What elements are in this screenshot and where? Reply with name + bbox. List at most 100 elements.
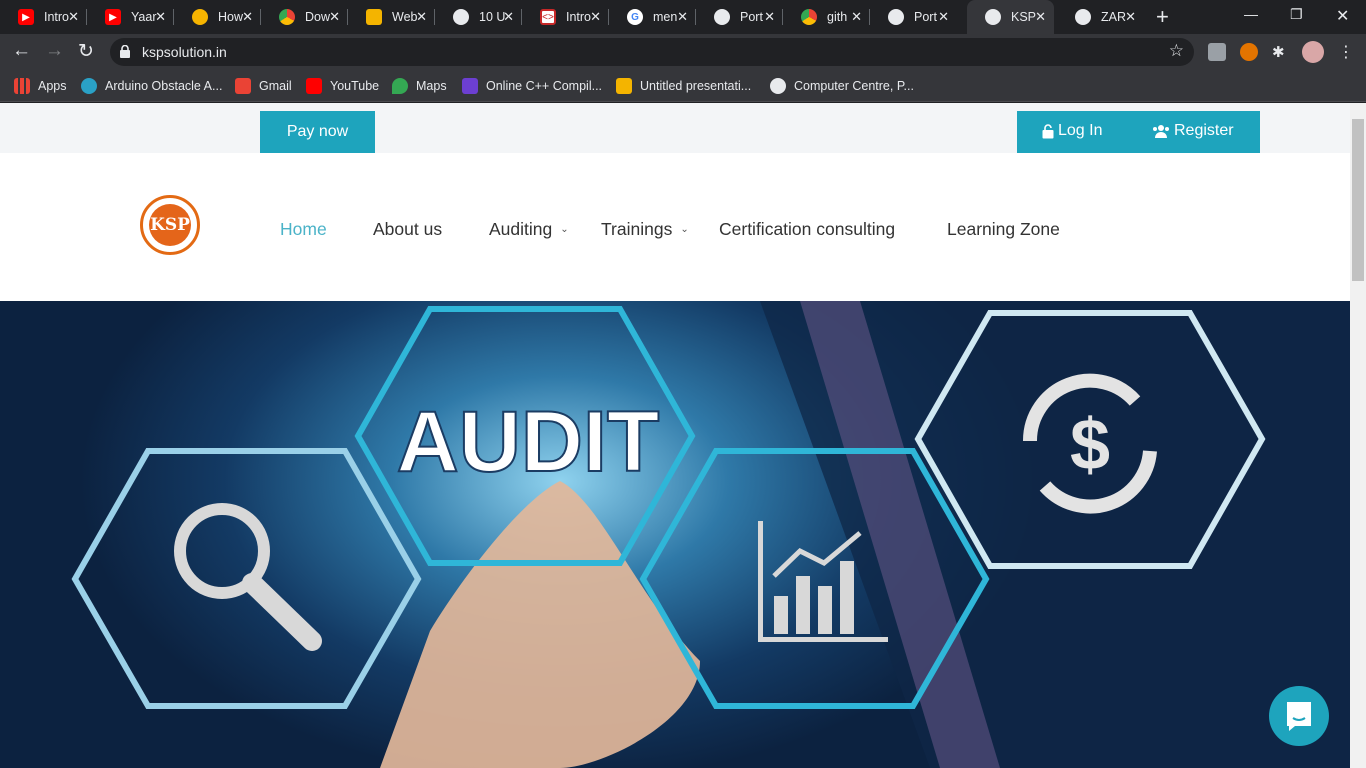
close-icon[interactable]: ✕ bbox=[677, 9, 688, 25]
tab-9[interactable]: Port ✕ bbox=[696, 0, 783, 34]
globe-icon bbox=[453, 9, 469, 25]
minimize-button[interactable]: — bbox=[1244, 6, 1258, 22]
bookmark-maps[interactable]: Maps bbox=[392, 77, 447, 95]
chrome-icon bbox=[801, 9, 817, 25]
magnifier-icon bbox=[174, 503, 322, 651]
globe-icon bbox=[714, 9, 730, 25]
close-icon[interactable]: ✕ bbox=[590, 9, 601, 25]
site-header: KSP Home About us Auditing ⌄ Trainings ⌄ C… bbox=[0, 153, 1350, 301]
back-button[interactable]: ← bbox=[12, 40, 31, 62]
scrollbar-thumb[interactable] bbox=[1352, 119, 1364, 281]
close-icon[interactable]: ✕ bbox=[851, 9, 862, 25]
chrome-icon bbox=[279, 9, 295, 25]
tab-10[interactable]: gith ✕ bbox=[783, 0, 870, 34]
chevron-down-icon: ⌄ bbox=[680, 224, 689, 235]
browser-tab-strip: ▶ Intro ✕ ▶ Yaar ✕ How ✕ Dow ✕ Web ✕ 10 U ✕ <> In… bbox=[0, 0, 1366, 34]
bookmark-star-icon[interactable]: ☆ bbox=[1169, 41, 1184, 61]
auth-bar: Log In Register bbox=[1017, 111, 1260, 153]
close-icon[interactable]: ✕ bbox=[938, 9, 949, 25]
google-icon: G bbox=[627, 9, 643, 25]
nav-about-us[interactable]: About us bbox=[373, 219, 442, 240]
bolt-icon bbox=[462, 78, 478, 94]
close-icon[interactable]: ✕ bbox=[416, 9, 427, 25]
pay-now-button[interactable]: Pay now bbox=[260, 111, 375, 153]
currency-symbol: $ bbox=[1070, 405, 1110, 485]
gmail-icon bbox=[235, 78, 251, 94]
close-icon[interactable]: ✕ bbox=[155, 9, 166, 25]
youtube-icon bbox=[306, 78, 322, 94]
globe-icon bbox=[1075, 9, 1091, 25]
tab-13[interactable]: ZAR ✕ bbox=[1057, 0, 1144, 34]
slides-icon bbox=[366, 9, 382, 25]
extension-icon[interactable] bbox=[1208, 43, 1226, 61]
login-button[interactable]: Log In bbox=[1042, 122, 1102, 140]
lock-icon bbox=[120, 45, 130, 58]
chat-widget-button[interactable] bbox=[1269, 686, 1329, 746]
code-icon: <> bbox=[540, 9, 556, 25]
close-icon[interactable]: ✕ bbox=[68, 9, 79, 25]
page-scrollbar[interactable] bbox=[1350, 103, 1366, 768]
close-icon[interactable]: ✕ bbox=[1125, 9, 1136, 25]
youtube-icon: ▶ bbox=[18, 9, 34, 25]
close-icon[interactable]: ✕ bbox=[764, 9, 775, 25]
maps-pin-icon bbox=[392, 78, 408, 94]
bookmark-apps[interactable]: Apps bbox=[14, 77, 67, 95]
tab-7[interactable]: <> Intro ✕ bbox=[522, 0, 609, 34]
url-text: kspsolution.in bbox=[142, 44, 227, 60]
tab-4[interactable]: Dow ✕ bbox=[261, 0, 348, 34]
users-icon bbox=[1153, 125, 1169, 138]
hero-illustration: AUDIT $ bbox=[71, 301, 1350, 768]
nav-auditing[interactable]: Auditing ⌄ bbox=[489, 219, 569, 240]
nav-certification-consulting[interactable]: Certification consulting bbox=[719, 219, 895, 240]
logo-text: KSP bbox=[149, 204, 191, 246]
globe-icon bbox=[770, 78, 786, 94]
globe-icon bbox=[985, 9, 1001, 25]
close-icon[interactable]: ✕ bbox=[1035, 9, 1046, 25]
extension-icon[interactable] bbox=[1240, 43, 1258, 61]
browser-toolbar: ← → ↻ kspsolution.in ☆ ✱ ⋮ bbox=[0, 34, 1366, 70]
new-tab-button[interactable]: + bbox=[1156, 4, 1169, 30]
bookmark-gmail[interactable]: Gmail bbox=[235, 77, 292, 95]
bookmark-arduino[interactable]: Arduino Obstacle A... bbox=[81, 77, 222, 95]
tab-8[interactable]: Gmen ✕ bbox=[609, 0, 696, 34]
bookmark-cpp-compiler[interactable]: Online C++ Compil... bbox=[462, 77, 602, 95]
menu-kebab-icon[interactable]: ⋮ bbox=[1338, 42, 1354, 62]
nav-learning-zone[interactable]: Learning Zone bbox=[947, 219, 1060, 240]
avatar[interactable] bbox=[1302, 41, 1324, 63]
bookmark-presentation[interactable]: Untitled presentati... bbox=[616, 77, 751, 95]
bookmarks-bar: Apps Arduino Obstacle A... Gmail YouTube… bbox=[0, 70, 1366, 102]
close-icon[interactable]: ✕ bbox=[329, 9, 340, 25]
tab-5[interactable]: Web ✕ bbox=[348, 0, 435, 34]
globe-icon bbox=[888, 9, 904, 25]
close-window-button[interactable]: ✕ bbox=[1336, 6, 1349, 26]
hero-banner: AUDIT $ bbox=[0, 301, 1350, 768]
tab-3[interactable]: How ✕ bbox=[174, 0, 261, 34]
reload-button[interactable]: ↻ bbox=[78, 40, 94, 63]
tab-6[interactable]: 10 U ✕ bbox=[435, 0, 522, 34]
lock-icon bbox=[1042, 123, 1054, 138]
tab-11[interactable]: Port ✕ bbox=[870, 0, 957, 34]
web-page: Pay now Log In Register KSP Home About u… bbox=[0, 103, 1350, 768]
tab-12-active[interactable]: KSP ✕ bbox=[967, 0, 1054, 34]
nav-home[interactable]: Home bbox=[280, 219, 327, 240]
chevron-down-icon: ⌄ bbox=[560, 224, 569, 235]
bookmark-youtube[interactable]: YouTube bbox=[306, 77, 379, 95]
ksp-logo[interactable]: KSP bbox=[140, 195, 200, 255]
address-bar[interactable]: kspsolution.in ☆ bbox=[110, 38, 1194, 66]
register-button[interactable]: Register bbox=[1152, 122, 1234, 140]
chat-bubble-icon bbox=[1287, 702, 1311, 731]
tab-2[interactable]: ▶ Yaar ✕ bbox=[87, 0, 174, 34]
close-icon[interactable]: ✕ bbox=[503, 9, 514, 25]
sun-icon bbox=[192, 9, 208, 25]
tab-1[interactable]: ▶ Intro ✕ bbox=[0, 0, 87, 34]
bookmark-computer-centre[interactable]: Computer Centre, P... bbox=[770, 77, 914, 95]
top-bar: Pay now Log In Register bbox=[0, 103, 1350, 153]
hero-headline: AUDIT bbox=[397, 394, 660, 490]
puzzle-icon[interactable]: ✱ bbox=[1272, 43, 1290, 61]
arduino-icon bbox=[81, 78, 97, 94]
nav-trainings[interactable]: Trainings ⌄ bbox=[601, 219, 689, 240]
slides-icon bbox=[616, 78, 632, 94]
close-icon[interactable]: ✕ bbox=[242, 9, 253, 25]
forward-button[interactable]: → bbox=[45, 40, 64, 62]
maximize-button[interactable]: ❐ bbox=[1290, 6, 1303, 23]
